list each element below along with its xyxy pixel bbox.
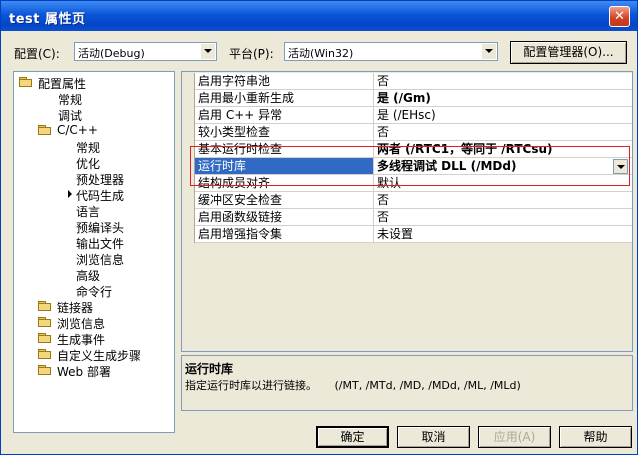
- tree-item-command-line[interactable]: 命令行: [76, 283, 112, 299]
- row-gutter: [182, 192, 195, 209]
- apply-button[interactable]: 应用(A): [478, 426, 551, 448]
- row-gutter: [182, 209, 195, 226]
- property-row[interactable]: 启用函数级链接 否: [182, 209, 632, 226]
- ok-button[interactable]: 确定: [316, 426, 389, 448]
- tree-item-language[interactable]: 语言: [76, 203, 100, 219]
- folder-icon: [38, 365, 52, 376]
- tree-label: C/C++: [57, 123, 98, 137]
- property-name: 较小类型检查: [195, 124, 374, 141]
- row-gutter: [182, 141, 195, 158]
- tree-label: 链接器: [57, 301, 94, 315]
- row-gutter: [182, 124, 195, 141]
- description-title: 运行时库: [185, 362, 234, 376]
- properties-dialog: test 属性页 ✕ 配置(C): 活动(Debug) 平台(P): 活动(Wi…: [0, 0, 638, 455]
- tree-item-preprocessor[interactable]: 预处理器: [76, 171, 124, 187]
- window-title: test 属性页: [9, 12, 86, 27]
- property-row[interactable]: 较小类型检查 否: [182, 124, 632, 141]
- folder-icon: [38, 301, 52, 312]
- property-row[interactable]: 基本运行时检查 两者 (/RTC1，等同于 /RTCsu): [182, 141, 632, 158]
- config-combo[interactable]: 活动(Debug): [74, 42, 217, 61]
- property-value[interactable]: 否: [374, 124, 632, 141]
- property-value-text: 多线程调试 DLL (/MDd): [377, 159, 517, 173]
- tree-label: 代码生成: [76, 189, 125, 203]
- config-value: 活动(Debug): [78, 47, 145, 60]
- tree-label: Web 部署: [57, 365, 111, 379]
- property-value[interactable]: 多线程调试 DLL (/MDd): [374, 158, 632, 175]
- tree-item-cpp-general[interactable]: 常规: [76, 139, 100, 155]
- tree-item-code-generation[interactable]: 代码生成: [68, 187, 125, 203]
- property-row[interactable]: 启用最小重新生成 是 (/Gm): [182, 90, 632, 107]
- property-name: 基本运行时检查: [195, 141, 374, 158]
- platform-label: 平台(P):: [229, 47, 274, 61]
- property-value[interactable]: 是 (/EHsc): [374, 107, 632, 124]
- close-button[interactable]: ✕: [609, 6, 630, 27]
- property-row[interactable]: 缓冲区安全检查 否: [182, 192, 632, 209]
- property-name: 运行时库: [195, 158, 374, 175]
- dropdown-arrow-icon[interactable]: [481, 44, 496, 59]
- property-value[interactable]: 未设置: [374, 226, 632, 243]
- folder-icon: [38, 333, 52, 344]
- cancel-button[interactable]: 取消: [397, 426, 470, 448]
- property-name: 启用函数级链接: [195, 209, 374, 226]
- tree-item-general[interactable]: 常规: [58, 91, 82, 107]
- title-bar[interactable]: test 属性页 ✕: [1, 1, 637, 31]
- property-row-selected[interactable]: 运行时库 多线程调试 DLL (/MDd): [182, 158, 632, 175]
- tree-item-browse-info[interactable]: 浏览信息: [76, 251, 124, 267]
- folder-open-icon: [38, 125, 52, 136]
- tree-item-output-files[interactable]: 输出文件: [76, 235, 124, 251]
- property-row[interactable]: 启用 C++ 异常 是 (/EHsc): [182, 107, 632, 124]
- config-manager-button[interactable]: 配置管理器(O)...: [510, 41, 627, 64]
- property-name: 缓冲区安全检查: [195, 192, 374, 209]
- row-gutter: [182, 107, 195, 124]
- tree-label: 自定义生成步骤: [57, 349, 142, 363]
- platform-value: 活动(Win32): [288, 47, 354, 60]
- row-gutter: [182, 175, 195, 192]
- tree-label: 浏览信息: [57, 317, 106, 331]
- tree-item-optimization[interactable]: 优化: [76, 155, 100, 171]
- property-name: 启用字符串池: [195, 73, 374, 90]
- close-icon[interactable]: ✕: [614, 9, 625, 24]
- property-row[interactable]: 启用字符串池 否: [182, 73, 632, 90]
- tree-item-advanced[interactable]: 高级: [76, 267, 100, 283]
- dropdown-arrow-icon[interactable]: [200, 44, 215, 59]
- property-value[interactable]: 默认: [374, 175, 632, 192]
- property-value[interactable]: 否: [374, 73, 632, 90]
- property-row[interactable]: 结构成员对齐 默认: [182, 175, 632, 192]
- row-gutter: [182, 90, 195, 107]
- help-button[interactable]: 帮助: [559, 426, 632, 448]
- selected-arrow-icon: [68, 190, 72, 198]
- property-name: 启用最小重新生成: [195, 90, 374, 107]
- property-name: 启用 C++ 异常: [195, 107, 374, 124]
- property-name: 启用增强指令集: [195, 226, 374, 243]
- property-grid[interactable]: 启用字符串池 否 启用最小重新生成 是 (/Gm) 启用 C++ 异常 是 (/…: [181, 71, 633, 352]
- config-label: 配置(C):: [14, 47, 60, 61]
- row-gutter: [182, 158, 195, 175]
- property-name: 结构成员对齐: [195, 175, 374, 192]
- folder-open-icon: [19, 77, 33, 88]
- platform-combo[interactable]: 活动(Win32): [284, 42, 498, 61]
- property-value[interactable]: 否: [374, 192, 632, 209]
- property-value[interactable]: 是 (/Gm): [374, 90, 632, 107]
- property-value[interactable]: 否: [374, 209, 632, 226]
- folder-icon: [38, 317, 52, 328]
- property-value[interactable]: 两者 (/RTC1，等同于 /RTCsu): [374, 141, 632, 158]
- tree-label: 配置属性: [38, 77, 87, 91]
- property-tree[interactable]: 配置属性 常规 调试 C/C++ 常规 优化 预处理器 代码生成 语言 预编译头…: [13, 71, 175, 433]
- folder-icon: [38, 349, 52, 360]
- row-gutter: [182, 73, 195, 90]
- tree-item-precompiled-headers[interactable]: 预编译头: [76, 219, 124, 235]
- tree-item-debug[interactable]: 调试: [58, 107, 82, 123]
- property-row[interactable]: 启用增强指令集 未设置: [182, 226, 632, 243]
- dropdown-arrow-icon[interactable]: [613, 159, 628, 174]
- description-panel: 运行时库 指定运行时库以进行链接。 (/MT, /MTd, /MD, /MDd,…: [181, 355, 633, 411]
- tree-label: 生成事件: [57, 333, 106, 347]
- description-text: 指定运行时库以进行链接。 (/MT, /MTd, /MD, /MDd, /ML,…: [185, 379, 521, 392]
- row-gutter: [182, 226, 195, 243]
